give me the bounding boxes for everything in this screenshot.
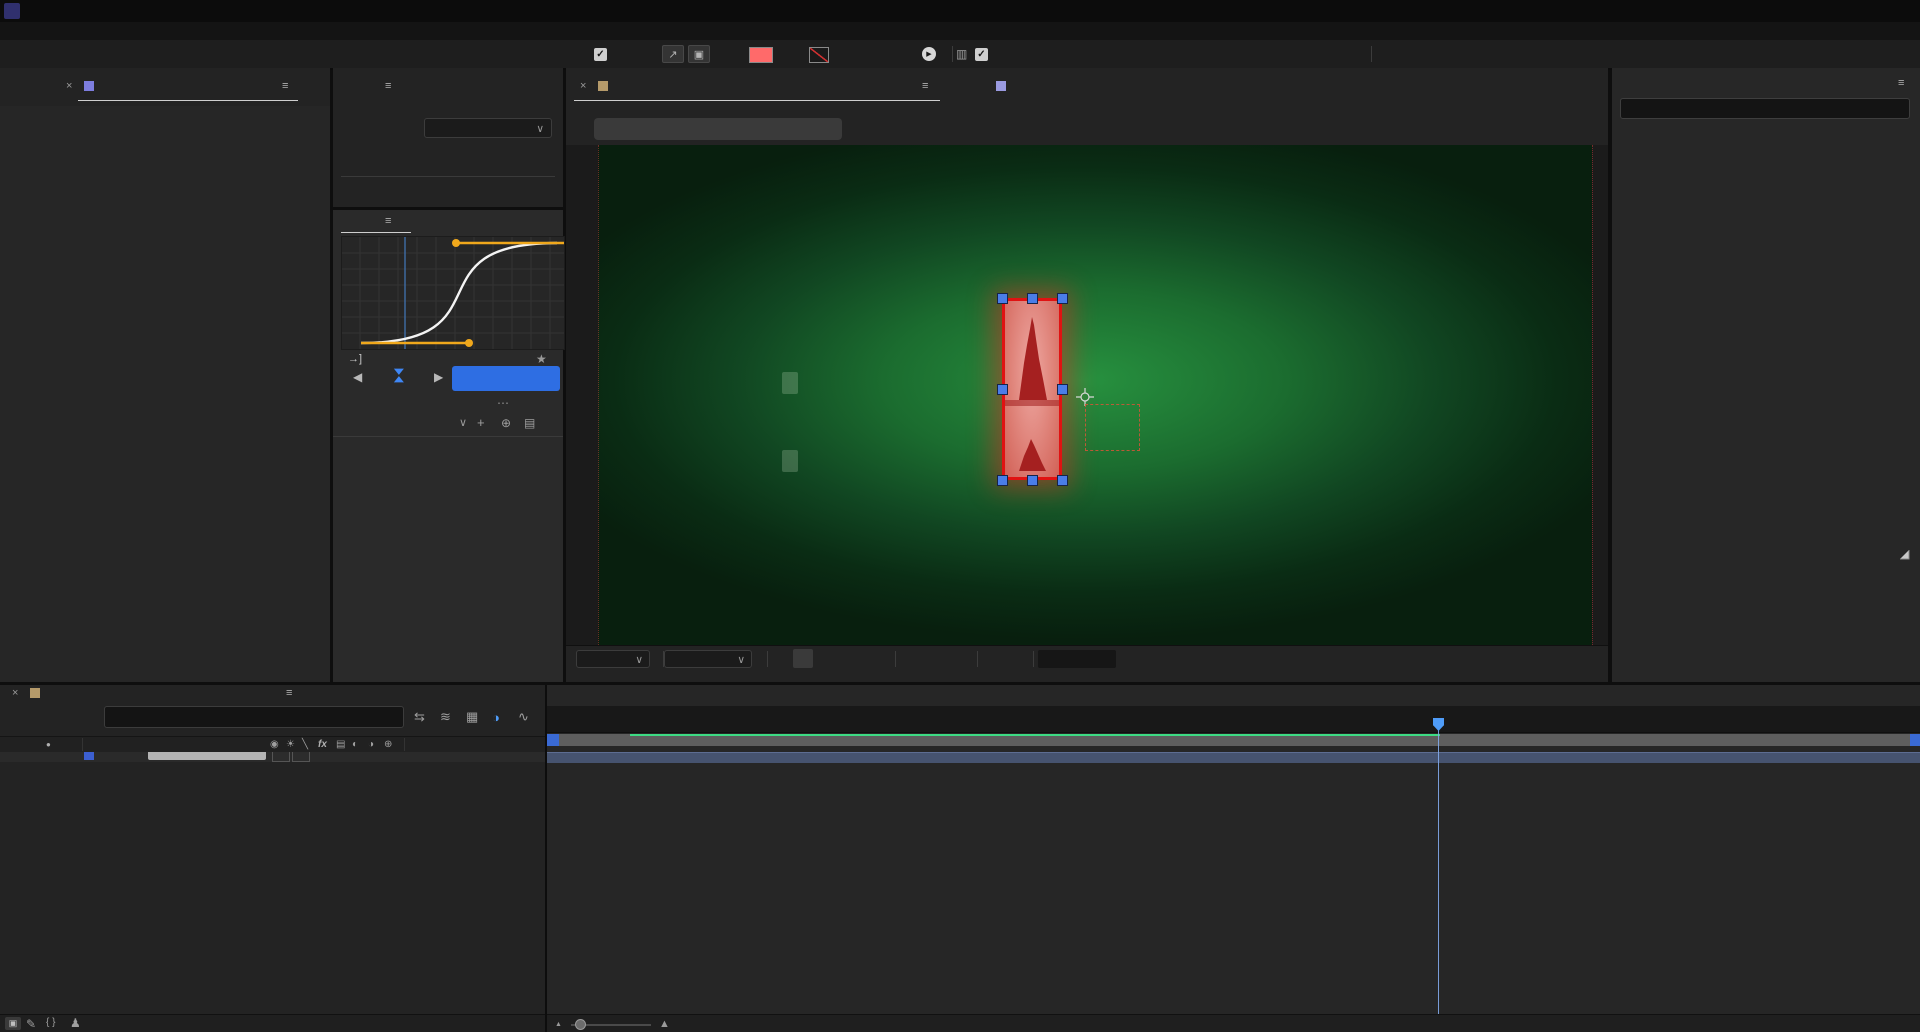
selection-handle[interactable] [1057, 384, 1068, 395]
zoom-slider-handle[interactable] [575, 1019, 586, 1030]
tab-close-icon[interactable]: × [66, 80, 72, 92]
selection-handle[interactable] [997, 384, 1008, 395]
chevron-down-icon: ∨ [635, 654, 643, 666]
easing-hourglass-icon[interactable] [393, 368, 405, 383]
add-preset-icon[interactable]: + [477, 415, 485, 430]
snap-bounds-icon[interactable]: ▣ [688, 45, 710, 63]
tab-close-icon[interactable]: × [580, 80, 586, 92]
graph-footer: ▲ ▲ [547, 1014, 1920, 1032]
flow-handle-in [465, 339, 473, 347]
channel-left-badge [782, 372, 798, 394]
flow-curve-editor[interactable] [341, 236, 565, 350]
zoom-out-mountain-icon[interactable]: ▲ [555, 1021, 562, 1028]
selection-handle[interactable] [1057, 475, 1068, 486]
fill-swatch[interactable] [749, 47, 773, 63]
comp-viewer[interactable] [566, 145, 1608, 645]
panel-menu-icon[interactable]: ≡ [922, 80, 928, 92]
playhead-line[interactable] [1438, 718, 1439, 1014]
prev-preset-icon[interactable]: ◀ [353, 370, 362, 384]
resolution-dropdown[interactable]: ∨ [664, 650, 752, 668]
menu-bar [0, 22, 1920, 40]
add-play-icon[interactable]: ▶ [922, 47, 936, 61]
zoom-in-mountain-icon[interactable]: ▲ [659, 1018, 670, 1030]
timeline-panel: × ≡ ⇆ ≋ ▦ ◑ ∿ ● ◉ ☀ ╲ fx ▤ ◐ ◑ ⊕ ▣ ✎ {}… [0, 685, 1920, 1032]
author-icon[interactable]: ♟ [70, 1017, 81, 1029]
save-preset-icon[interactable]: ⊕ [501, 416, 511, 430]
panel-menu-icon[interactable]: ≡ [282, 80, 288, 92]
selection-handle[interactable] [1027, 293, 1038, 304]
comp-color-chip [598, 81, 608, 91]
expand-layers-icon[interactable]: ▣ [5, 1017, 21, 1030]
effect-controls-panel: × ≡ [0, 68, 330, 682]
toolbar: ✓ ↗ ▣ ▶ ▥ ✓ [0, 40, 1920, 70]
comp-timecode[interactable] [1038, 650, 1116, 668]
align-layers-dropdown[interactable]: ∨ [424, 118, 552, 138]
pen-footer-icon[interactable]: ✎ [26, 1018, 36, 1030]
chevron-down-icon: ∨ [737, 654, 745, 666]
comp-name-chip[interactable] [594, 118, 842, 140]
selection-handle[interactable] [1057, 293, 1068, 304]
duplicate-preset-icon[interactable]: ▤ [524, 416, 535, 430]
expressions-icon[interactable]: { } [46, 1018, 55, 1028]
property-rows [0, 685, 545, 1032]
selection-handle[interactable] [997, 475, 1008, 486]
effects-category-list [1612, 68, 1920, 560]
panel-layout-icon[interactable]: ▥ [956, 48, 967, 60]
easing-preset-grid [333, 440, 563, 682]
flow-input-icon[interactable]: →] [348, 353, 362, 365]
panel-corner-icon[interactable] [1898, 548, 1911, 561]
panel-grip-dots[interactable]: ⋯ [497, 396, 511, 410]
flow-handle-out [452, 239, 460, 247]
flow-bezier-curve [360, 241, 558, 345]
chevron-down-icon[interactable]: ∨ [459, 416, 467, 429]
title-bar [0, 0, 1920, 22]
snap-point-icon[interactable]: ↗ [662, 45, 684, 63]
align-buttons-row [341, 150, 555, 168]
marquee-box [1085, 404, 1140, 451]
panel-color-chip [84, 81, 94, 91]
transparency-grid-icon[interactable] [793, 649, 813, 668]
timeline-graph-area[interactable]: ▲ ▲ [545, 685, 1920, 1032]
selection-handle[interactable] [1027, 475, 1038, 486]
selection-region[interactable] [1002, 298, 1062, 480]
snapping-checkbox[interactable]: ✓ [594, 48, 607, 61]
stroke-swatch[interactable] [809, 47, 829, 63]
chevron-down-icon: ∨ [536, 123, 544, 135]
star-icon[interactable]: ★ [536, 352, 547, 366]
channel-right-badge [782, 450, 798, 472]
timeline-footer: ▣ ✎ { } ♟ [0, 1014, 545, 1032]
comp-bottom-bar: ∨ ∨ [566, 645, 1608, 672]
panel-menu-icon[interactable]: ≡ [385, 215, 391, 227]
auto-open-checkbox[interactable]: ✓ [975, 48, 988, 61]
panel-menu-icon[interactable]: ≡ [385, 80, 391, 92]
after-effects-window: ✓ ↗ ▣ ▶ ▥ ✓ × ≡ ≡ ∨ ≡ →] ★ ◀ ▶ ⋯ ∨ + ⊕ ▤… [0, 0, 1920, 1032]
flow-panel: ≡ →] ★ ◀ ▶ ⋯ ∨ + ⊕ ▤ [333, 210, 565, 682]
app-logo [4, 3, 20, 19]
zoom-dropdown[interactable]: ∨ [576, 650, 650, 668]
selection-handle[interactable] [997, 293, 1008, 304]
footage-color-chip [996, 81, 1006, 91]
apply-button[interactable] [452, 366, 560, 391]
next-preset-icon[interactable]: ▶ [434, 370, 443, 384]
composition-panel: × ≡ ∨ ∨ [566, 68, 1608, 682]
effects-presets-panel: ≡ [1612, 68, 1920, 682]
align-panel: ≡ ∨ [333, 68, 563, 207]
